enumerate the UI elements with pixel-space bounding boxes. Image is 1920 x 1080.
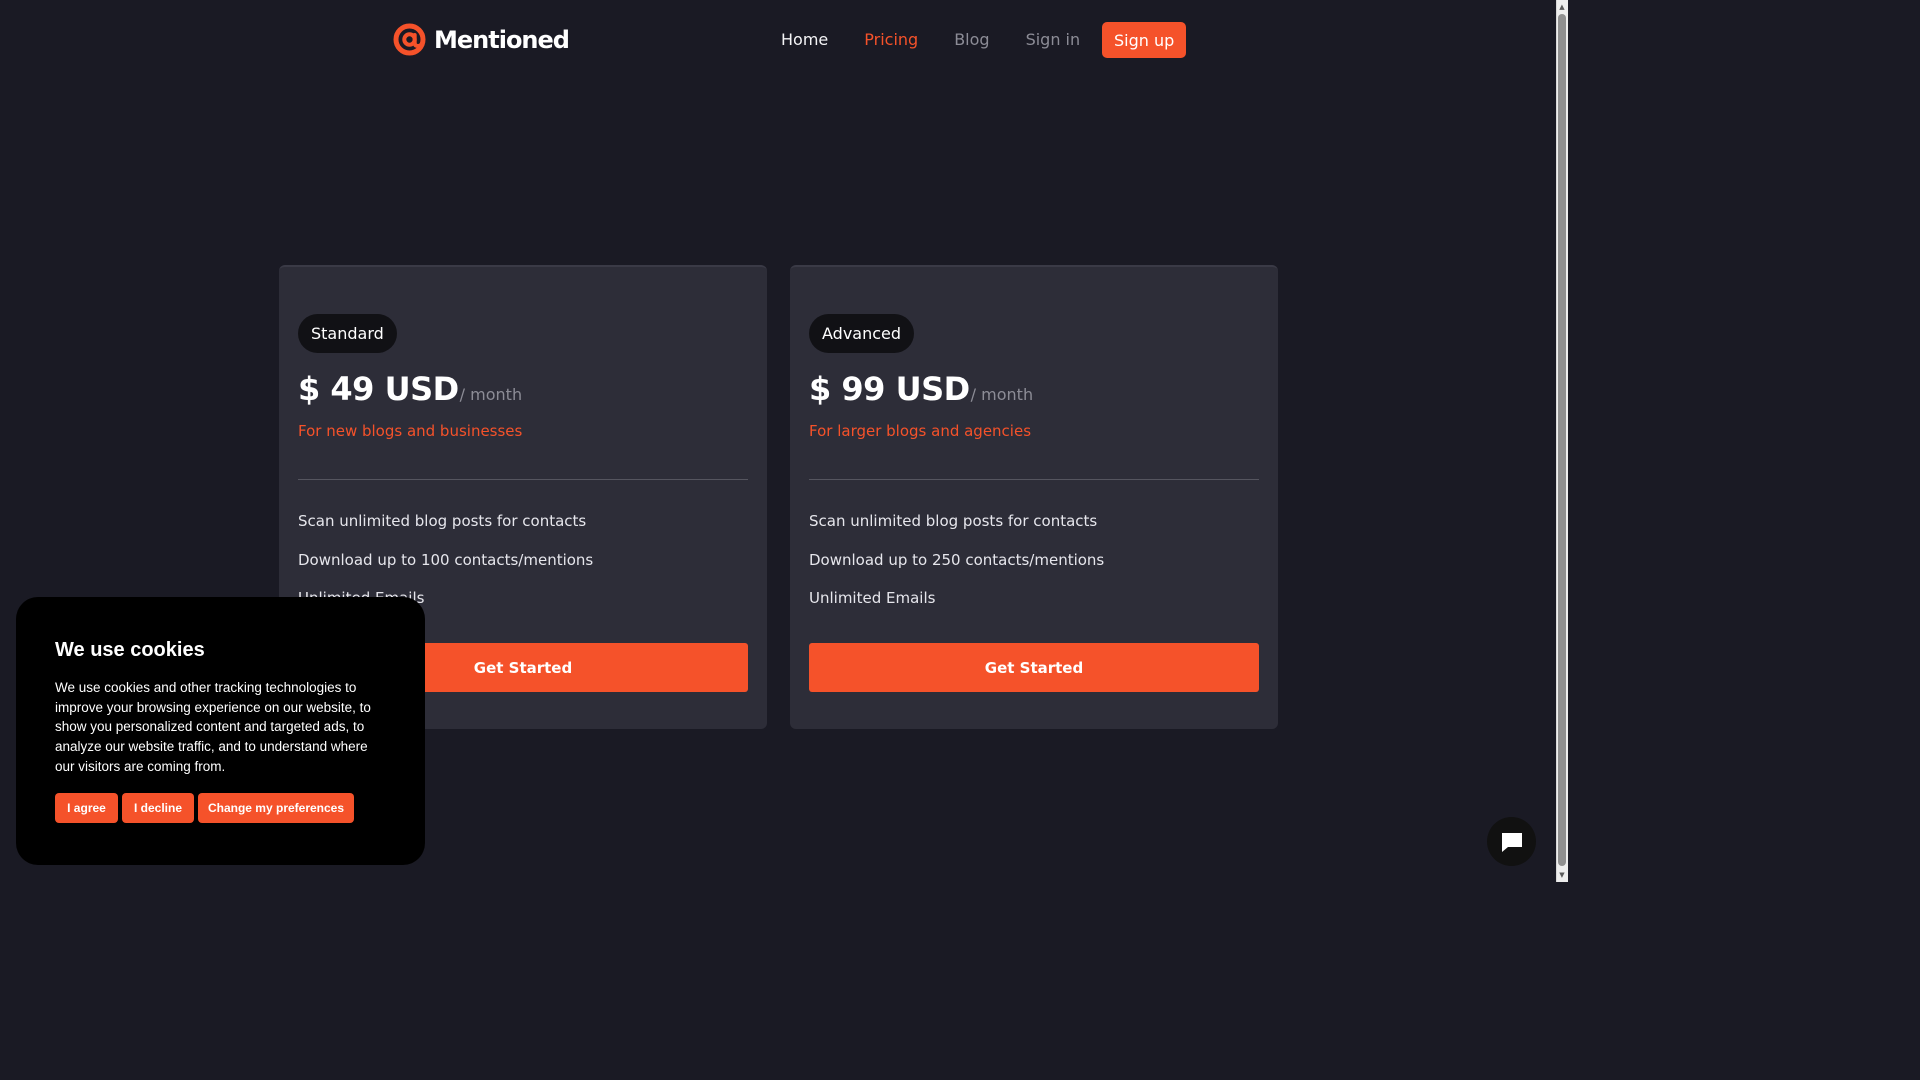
feature-item: Unlimited Emails xyxy=(809,589,936,607)
nav-blog[interactable]: Blog xyxy=(936,22,1007,58)
brand-name: Mentioned xyxy=(434,25,570,54)
price-row: $ 49 USD / month xyxy=(298,370,522,408)
plan-tagline: For new blogs and businesses xyxy=(298,422,523,440)
chat-widget-button[interactable] xyxy=(1487,817,1536,866)
chat-bubble-icon xyxy=(1501,832,1522,852)
plan-card-advanced: Advanced $ 99 USD / month For larger blo… xyxy=(790,265,1278,729)
main-nav: Home Pricing Blog Sign in Sign up xyxy=(763,22,1187,58)
divider xyxy=(809,479,1259,480)
scrollbar[interactable]: ▲ ▼ xyxy=(1556,0,1568,882)
brand-logo[interactable]: Mentioned xyxy=(393,23,570,56)
scroll-down-icon[interactable]: ▼ xyxy=(1558,870,1566,880)
cookie-actions: I agree I decline Change my preferences xyxy=(55,793,354,823)
cookie-text: We use cookies and other tracking techno… xyxy=(55,680,371,774)
sign-up-button[interactable]: Sign up xyxy=(1102,22,1187,58)
cookie-title: We use cookies xyxy=(55,639,205,661)
plan-badge: Standard xyxy=(298,314,397,353)
nav-sign-in[interactable]: Sign in xyxy=(1008,22,1099,58)
feature-list: Scan unlimited blog posts for contacts D… xyxy=(809,510,1104,626)
cookie-preferences-button[interactable]: Change my preferences xyxy=(198,793,354,823)
divider xyxy=(298,479,748,480)
plan-period: / month xyxy=(970,385,1034,404)
plan-price: $ 99 USD xyxy=(809,370,970,408)
feature-item: Download up to 100 contacts/mentions xyxy=(298,550,594,569)
plan-tagline: For larger blogs and agencies xyxy=(809,422,1032,440)
nav-pricing[interactable]: Pricing xyxy=(846,22,936,58)
plan-badge: Advanced xyxy=(809,314,915,353)
cookie-agree-button[interactable]: I agree xyxy=(55,793,118,823)
plan-period: / month xyxy=(459,385,523,404)
price-row: $ 99 USD / month xyxy=(809,370,1033,408)
get-started-button-advanced[interactable]: Get Started xyxy=(809,643,1259,692)
scroll-up-icon[interactable]: ▲ xyxy=(1558,2,1566,12)
scrollbar-thumb[interactable] xyxy=(1558,14,1566,866)
plan-price: $ 49 USD xyxy=(298,370,459,408)
nav-home[interactable]: Home xyxy=(763,22,846,58)
cookie-banner: We use cookies We use cookies and other … xyxy=(16,597,425,865)
feature-item: Scan unlimited blog posts for contacts xyxy=(809,512,1098,530)
cookie-decline-button[interactable]: I decline xyxy=(122,793,194,823)
at-sign-icon xyxy=(393,23,426,56)
feature-item: Download up to 250 contacts/mentions xyxy=(809,550,1105,569)
feature-item: Scan unlimited blog posts for contacts xyxy=(298,512,587,530)
